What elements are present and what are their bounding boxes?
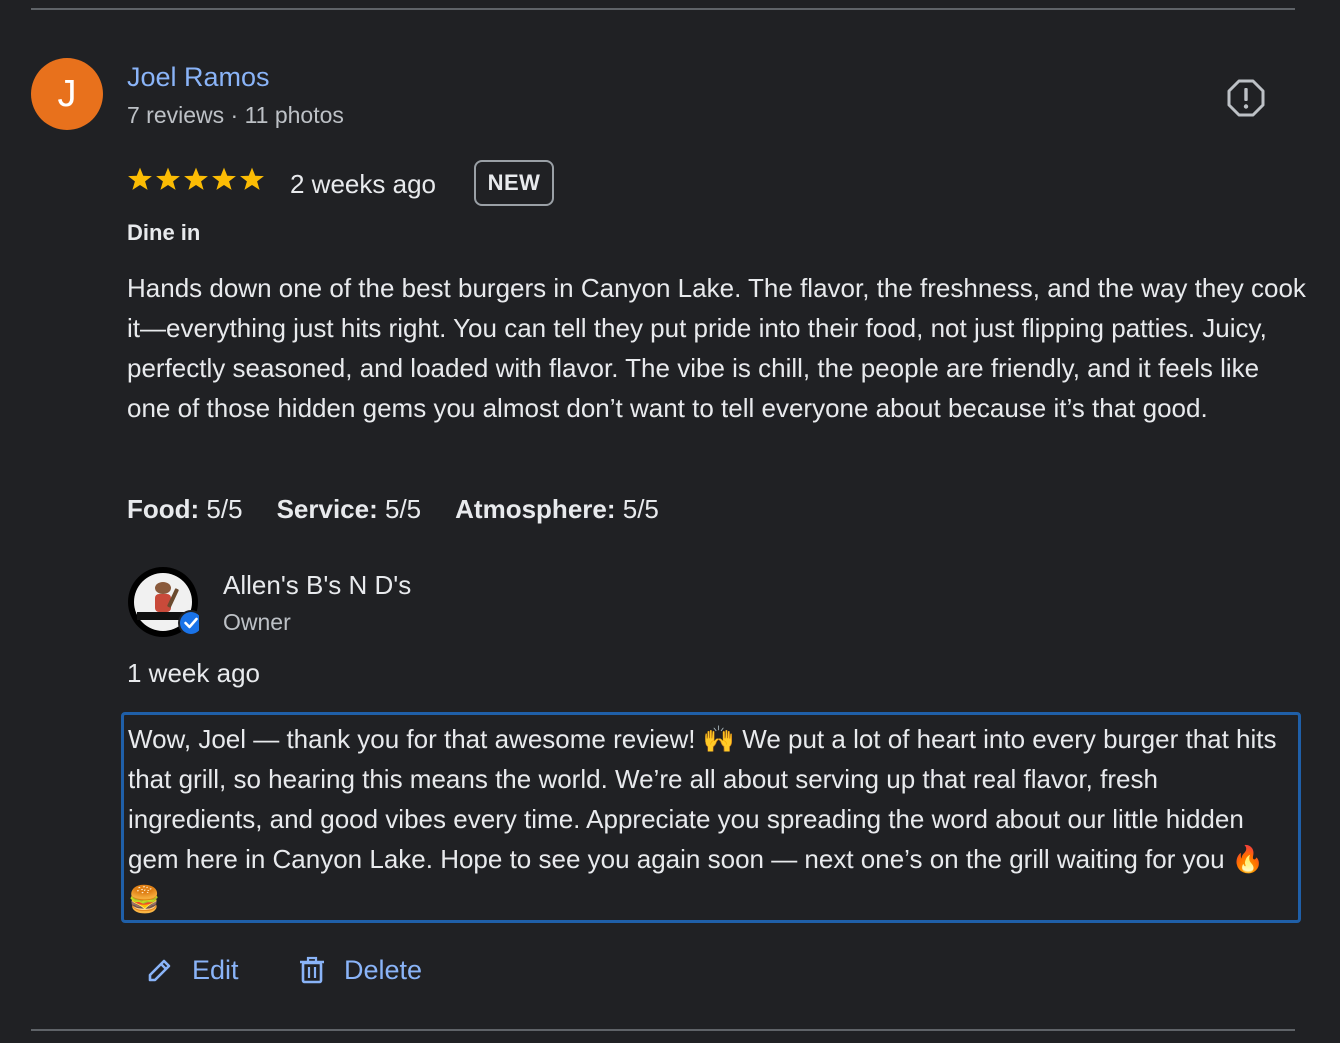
edit-button[interactable]: Edit: [146, 950, 239, 990]
pencil-icon: [148, 959, 171, 982]
rating-service: Service: 5/5: [276, 494, 422, 524]
rating-atmosphere: Atmosphere: 5/5: [455, 494, 659, 524]
star-icon: [156, 167, 180, 190]
rating-food: Food: 5/5: [127, 494, 243, 524]
reviewer-avatar[interactable]: J: [31, 58, 103, 130]
category-ratings: Food: 5/5 Service: 5/5 Atmosphere: 5/5: [127, 491, 659, 527]
owner-name: Allen's B's N D's: [223, 570, 412, 600]
owner-reply-textarea[interactable]: Wow, Joel — thank you for that awesome r…: [121, 712, 1301, 923]
review-card: J Joel Ramos 7 reviews · 11 photos 2 wee…: [0, 0, 1340, 1043]
owner-avatar: [128, 567, 199, 637]
owner-role: Owner: [223, 609, 291, 635]
report-flag-icon[interactable]: [1226, 78, 1266, 118]
delete-label: Delete: [344, 954, 423, 985]
trash-icon: [300, 956, 324, 984]
star-icon: [128, 167, 152, 190]
bottom-divider: [31, 1029, 1295, 1031]
review-time-ago: 2 weeks ago: [290, 169, 436, 199]
reply-time-ago: 1 week ago: [127, 658, 260, 688]
review-body-text: Hands down one of the best burgers in Ca…: [127, 273, 1306, 423]
star-icon: [184, 167, 208, 190]
new-badge: NEW: [474, 160, 554, 206]
star-rating: [127, 166, 265, 196]
edit-label: Edit: [192, 954, 239, 985]
delete-button[interactable]: Delete: [298, 950, 422, 990]
service-type: Dine in: [127, 220, 201, 245]
reviewer-name-link[interactable]: Joel Ramos: [127, 60, 270, 94]
star-icon: [212, 167, 236, 190]
top-divider: [31, 8, 1295, 10]
reviewer-meta: 7 reviews · 11 photos: [127, 102, 344, 128]
star-icon: [240, 167, 264, 190]
